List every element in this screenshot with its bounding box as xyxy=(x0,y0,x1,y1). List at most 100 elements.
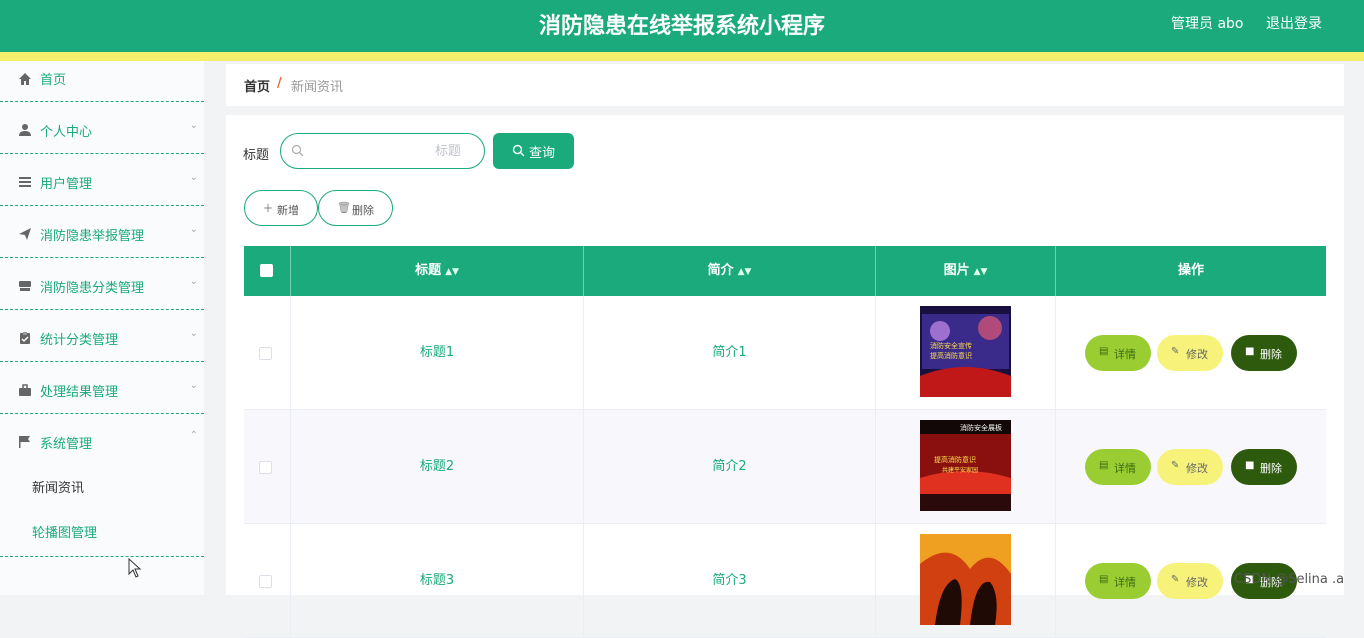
sidebar-item-label: 首页 xyxy=(40,73,67,88)
sidebar-item-home[interactable]: 首页 xyxy=(0,61,204,102)
row-checkbox[interactable] xyxy=(259,347,272,360)
sidebar-item-profile[interactable]: 个人中心 ⌄ xyxy=(0,102,204,154)
thumb-banner: 消防安全展板 xyxy=(960,423,1002,432)
cell-intro: 简介3 xyxy=(584,524,876,638)
chevron-down-icon: ⌄ xyxy=(189,224,198,235)
main-panel: 标题 查询 + 新增 🗑 删除 标题▲▼ 简介▲▼ 图片▲▼ 操作 标题1 简介… xyxy=(226,115,1344,638)
trash-icon: ■ xyxy=(1245,460,1255,471)
document-icon: ▤ xyxy=(1099,574,1109,585)
sidebar: 首页 个人中心 ⌄ 用户管理 ⌄ 消防隐患举报管理 ⌄ 消防隐患分类管理 ⌄ 统… xyxy=(0,61,204,595)
search-input[interactable] xyxy=(311,142,461,160)
sort-icon: ▲▼ xyxy=(445,267,459,277)
sidebar-item-label: 系统管理 xyxy=(40,437,93,452)
select-all-checkbox[interactable] xyxy=(260,264,273,277)
sidebar-item-hazard-report[interactable]: 消防隐患举报管理 ⌄ xyxy=(0,206,204,258)
mouse-cursor-icon xyxy=(128,558,142,578)
pencil-icon: ✎ xyxy=(1171,460,1180,471)
select-all-cell xyxy=(244,246,291,296)
sidebar-item-label: 处理结果管理 xyxy=(40,385,119,400)
logout-link[interactable]: 退出登录 xyxy=(1266,13,1322,33)
edit-button[interactable]: ✎ 修改 xyxy=(1157,335,1223,371)
detail-button[interactable]: ▤ 详情 xyxy=(1085,449,1151,485)
breadcrumb: 首页 / 新闻资讯 xyxy=(226,64,1344,106)
pencil-icon: ✎ xyxy=(1171,346,1180,357)
delete-button[interactable]: ■ 删除 xyxy=(1231,449,1297,485)
column-header-image[interactable]: 图片 ▲▼ xyxy=(876,246,1056,296)
chevron-down-icon: ⌄ xyxy=(189,276,198,287)
flag-icon xyxy=(19,436,30,448)
sidebar-item-label: 个人中心 xyxy=(40,125,93,140)
chevron-up-icon: ⌃ xyxy=(189,430,198,441)
table-row: 标题2 简介2 消防安全展板 提高消防意识 共建平安家园 ▤ 详情 ✎ 修改 ■ 删除 xyxy=(244,410,1326,524)
sort-icon: ▲▼ xyxy=(737,267,752,277)
header-accent-bar xyxy=(0,52,1364,61)
plus-icon: + xyxy=(263,201,274,215)
detail-button[interactable]: ▤ 详情 xyxy=(1085,335,1151,371)
sidebar-item-stats-category[interactable]: 统计分类管理 ⌄ xyxy=(0,310,204,362)
news-thumbnail[interactable]: 消防安全宣传 提高消防意识 xyxy=(920,306,1011,397)
sidebar-item-hazard-category[interactable]: 消防隐患分类管理 ⌄ xyxy=(0,258,204,310)
sidebar-subitem-news[interactable]: 新闻资讯 xyxy=(0,466,204,511)
top-header: 消防隐患在线举报系统小程序 管理员 abo 退出登录 xyxy=(0,0,1364,52)
sidebar-item-label: 用户管理 xyxy=(40,177,93,192)
cell-title: 标题1 xyxy=(291,296,584,410)
sidebar-subitem-carousel[interactable]: 轮播图管理 xyxy=(0,511,204,556)
user-icon xyxy=(19,124,31,136)
cell-title: 标题2 xyxy=(291,410,584,524)
sidebar-item-result[interactable]: 处理结果管理 ⌄ xyxy=(0,362,204,414)
search-label: 标题 xyxy=(243,148,270,163)
thumb-caption-a: 消防安全宣传 xyxy=(930,341,972,350)
detail-button[interactable]: ▤ 详情 xyxy=(1085,563,1151,599)
batch-delete-button[interactable]: 🗑 删除 xyxy=(318,190,393,226)
column-header-intro[interactable]: 简介 ▲▼ xyxy=(584,246,876,296)
layers-icon xyxy=(19,281,31,291)
table-header: 标题 ▲▼ 简介 ▲▼ 图片 ▲▼ 操作 xyxy=(244,246,1326,296)
sidebar-item-system[interactable]: 系统管理 ⌃ xyxy=(0,414,204,466)
sidebar-item-users[interactable]: 用户管理 ⌄ xyxy=(0,154,204,206)
row-checkbox[interactable] xyxy=(259,575,272,588)
edit-button[interactable]: ✎ 修改 xyxy=(1157,449,1223,485)
trash-icon: 🗑 xyxy=(337,201,351,214)
delete-button[interactable]: ■ 删除 xyxy=(1231,335,1297,371)
add-button[interactable]: + 新增 xyxy=(244,190,318,226)
edit-button[interactable]: ✎ 修改 xyxy=(1157,563,1223,599)
thumb-caption-a: 提高消防意识 xyxy=(934,455,976,464)
sidebar-item-label: 消防隐患分类管理 xyxy=(40,281,145,296)
document-icon: ▤ xyxy=(1099,346,1109,357)
search-field[interactable] xyxy=(280,133,485,169)
chevron-down-icon: ⌄ xyxy=(189,380,198,391)
news-thumbnail[interactable] xyxy=(920,534,1011,625)
sidebar-item-label: 统计分类管理 xyxy=(40,333,119,348)
trash-icon: ■ xyxy=(1245,346,1255,357)
table-row: 标题1 简介1 消防安全宣传 提高消防意识 ▤ 详情 ✎ 修改 ■ 删除 xyxy=(244,296,1326,410)
sidebar-system-group: 系统管理 ⌃ 新闻资讯 轮播图管理 xyxy=(0,414,204,557)
column-header-actions: 操作 xyxy=(1177,263,1204,278)
briefcase-icon xyxy=(19,384,31,396)
news-table: 标题 ▲▼ 简介 ▲▼ 图片 ▲▼ 操作 标题1 简介1 消防安全宣传 提高消防意识 xyxy=(244,246,1326,638)
pencil-icon: ✎ xyxy=(1171,574,1180,585)
breadcrumb-separator: / xyxy=(277,76,282,91)
row-checkbox[interactable] xyxy=(259,461,272,474)
home-icon xyxy=(19,73,31,85)
add-button-label: 新增 xyxy=(277,204,299,217)
query-button[interactable]: 查询 xyxy=(493,133,574,169)
news-thumbnail[interactable]: 消防安全展板 提高消防意识 共建平安家园 xyxy=(920,420,1011,511)
breadcrumb-current: 新闻资讯 xyxy=(291,80,344,95)
query-button-label: 查询 xyxy=(529,146,556,161)
chevron-down-icon: ⌄ xyxy=(189,172,198,183)
app-title: 消防隐患在线举报系统小程序 xyxy=(538,14,825,39)
document-icon: ▤ xyxy=(1099,460,1109,471)
cell-title: 标题3 xyxy=(291,524,584,638)
admin-user-label: 管理员 abo xyxy=(1171,16,1244,32)
chevron-down-icon: ⌄ xyxy=(189,120,198,131)
cell-intro: 简介2 xyxy=(584,410,876,524)
send-icon xyxy=(19,228,31,240)
sidebar-item-label: 消防隐患举报管理 xyxy=(40,229,145,244)
clipboard-icon xyxy=(20,332,30,344)
list-icon xyxy=(19,177,31,187)
column-header-title[interactable]: 标题 ▲▼ xyxy=(291,246,584,296)
thumb-caption-b: 共建平安家园 xyxy=(942,466,978,474)
watermark: CSDN @Selina .a xyxy=(1234,572,1345,587)
breadcrumb-home[interactable]: 首页 xyxy=(244,76,270,95)
search-icon xyxy=(512,144,525,157)
